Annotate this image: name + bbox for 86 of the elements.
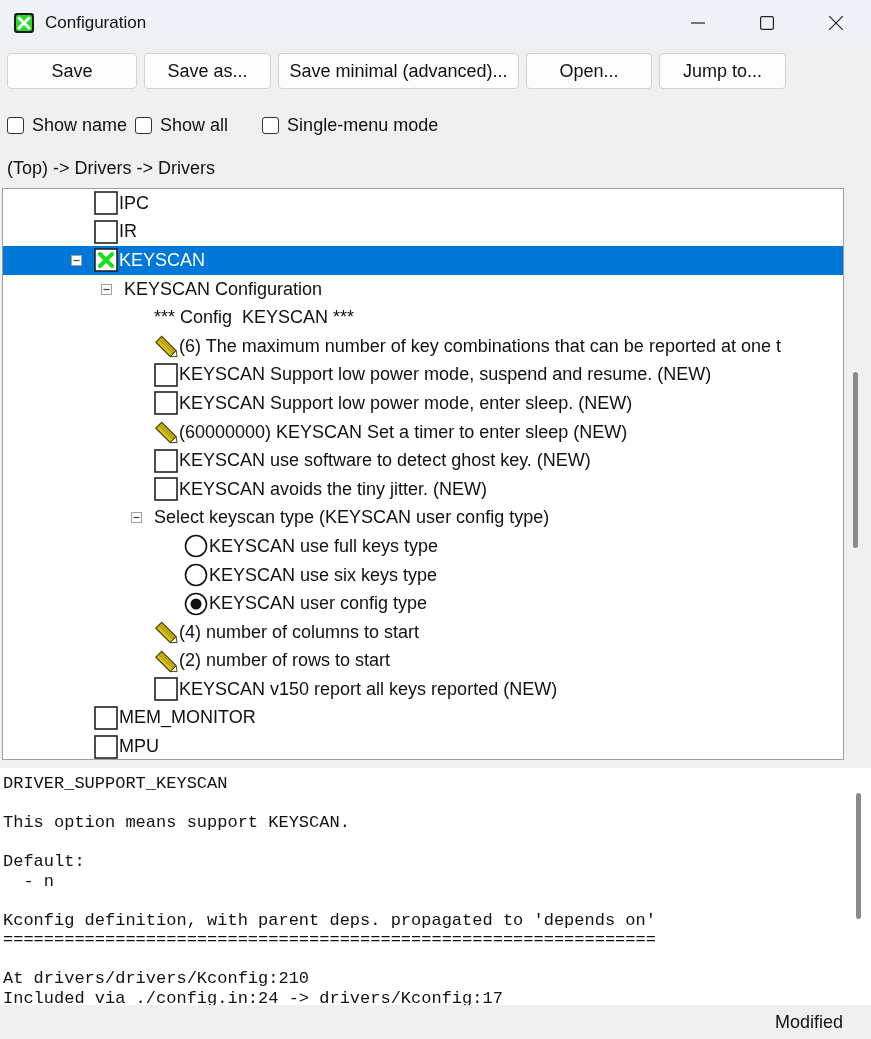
tree-label: MPU	[119, 736, 159, 758]
tree-row[interactable]: (4) number of columns to start	[3, 617, 843, 647]
info-line: DRIVER_SUPPORT_KEYSCAN	[3, 774, 228, 794]
checkbox-icon[interactable]	[154, 477, 178, 502]
breadcrumb: (Top) -> Drivers -> Drivers	[6, 157, 217, 180]
tree-row[interactable]: IPC	[3, 189, 843, 218]
checkbox-icon[interactable]	[154, 677, 178, 702]
checkbox[interactable]	[135, 116, 153, 134]
status-text: Modified	[774, 1011, 843, 1033]
checkbox-icon[interactable]	[154, 391, 178, 416]
window-title: Configuration	[45, 13, 147, 33]
checkbox[interactable]	[262, 116, 280, 134]
tree-row[interactable]: (60000000) KEYSCAN Set a timer to enter sleep (NEW)	[3, 417, 843, 447]
tree-label: KEYSCAN user config type	[209, 593, 428, 615]
tree-label: KEYSCAN v150 report all keys reported (NEW)	[179, 678, 558, 700]
toolbar-button[interactable]: Save minimal (advanced)...	[278, 53, 519, 89]
info-line: ================================================================	[3, 930, 656, 950]
radio-button[interactable]	[184, 591, 208, 616]
toolbar-button[interactable]: Open...	[526, 53, 652, 89]
tree-label: KEYSCAN use software to detect ghost key. (NEW)	[179, 450, 591, 472]
tree-label: KEYSCAN	[119, 250, 206, 271]
checked-checkbox-icon[interactable]	[94, 248, 118, 273]
checkbox-icon[interactable]	[94, 191, 118, 216]
collapse-icon[interactable]	[71, 255, 82, 266]
checkbox-icon[interactable]	[94, 734, 118, 759]
scrollbar-thumb[interactable]	[856, 793, 861, 919]
tree-label: IPC	[119, 192, 149, 214]
checkbox[interactable]	[7, 116, 24, 134]
tree-label: KEYSCAN avoids the tiny jitter. (NEW)	[179, 478, 488, 500]
tree-label: MEM_MONITOR	[119, 707, 256, 729]
info-line: Kconfig definition, with parent deps. propagated to 'depends on'	[3, 910, 656, 930]
tree-row[interactable]: (6) The maximum number of key combinations that can be reported at one t	[3, 331, 843, 361]
tree-row[interactable]: KEYSCAN Configuration	[3, 274, 843, 304]
tree-row[interactable]: MEM_MONITOR	[3, 703, 843, 733]
collapse-icon[interactable]	[101, 283, 112, 295]
tree-label: (2) number of rows to start	[179, 650, 391, 672]
info-line: At drivers/drivers/Kconfig:210	[3, 969, 310, 989]
maximize-icon[interactable]	[760, 16, 774, 30]
tree-row[interactable]: KEYSCAN Support low power mode, suspend and resume. (NEW)	[3, 360, 843, 390]
tree-row[interactable]: KEYSCAN	[3, 246, 843, 275]
pencil-icon[interactable]	[154, 420, 179, 445]
checkbox-icon[interactable]	[94, 706, 118, 730]
tree-label: (6) The maximum number of key combinations that can be reported at one t	[179, 335, 781, 357]
info-line: - n	[22, 871, 54, 891]
collapse-icon[interactable]	[131, 512, 142, 524]
tree-label: Select keyscan type (KEYSCAN user config type)	[154, 507, 550, 529]
tree-row[interactable]: KEYSCAN use software to detect ghost key. (NEW)	[3, 446, 843, 475]
checkbox-label: Show name	[32, 114, 128, 136]
tree-row[interactable]: (2) number of rows to start	[3, 646, 843, 676]
tree-row[interactable]: *** Config KEYSCAN ***	[3, 303, 843, 332]
tree-row[interactable]: IR	[3, 217, 843, 247]
radio-button[interactable]	[184, 563, 208, 587]
tree-row[interactable]: Select keyscan type (KEYSCAN user config type)	[3, 503, 843, 533]
toolbar-button[interactable]: Save	[7, 53, 137, 89]
tree-row[interactable]: KEYSCAN use full keys type	[3, 532, 843, 561]
tree-row[interactable]: KEYSCAN Support low power mode, enter sleep. (NEW)	[3, 389, 843, 418]
close-icon[interactable]	[829, 16, 843, 30]
comment-text: *** Config KEYSCAN ***	[154, 307, 355, 329]
toolbar-button[interactable]: Save as...	[144, 53, 271, 89]
info-line: This option means support KEYSCAN.	[3, 813, 350, 833]
info-line: Default:	[3, 852, 85, 872]
checkbox-icon[interactable]	[154, 362, 178, 387]
tree-label: IR	[119, 221, 137, 243]
tree-row[interactable]: KEYSCAN use six keys type	[3, 560, 843, 590]
checkbox-label: Show all	[160, 114, 229, 136]
tree-label: KEYSCAN Support low power mode, suspend and resume. (NEW)	[179, 364, 712, 386]
tree-label: (60000000) KEYSCAN Set a timer to enter sleep (NEW)	[179, 421, 628, 443]
tree-label: (4) number of columns to start	[179, 621, 420, 643]
app-icon	[13, 12, 35, 34]
toolbar-button[interactable]: Jump to...	[659, 53, 786, 89]
tree-label: KEYSCAN use full keys type	[209, 535, 439, 557]
scrollbar-thumb[interactable]	[853, 372, 858, 548]
tree-row[interactable]: KEYSCAN avoids the tiny jitter. (NEW)	[3, 474, 843, 504]
checkbox-label: Single-menu mode	[287, 114, 439, 136]
tree-row[interactable]: KEYSCAN v150 report all keys reported (NEW)	[3, 675, 843, 704]
tree-row[interactable]: MPU	[3, 732, 843, 759]
pencil-icon[interactable]	[154, 648, 179, 673]
checkbox-icon[interactable]	[154, 448, 178, 473]
tree-label: KEYSCAN use six keys type	[209, 564, 438, 586]
tree-label: KEYSCAN Support low power mode, enter sleep. (NEW)	[179, 392, 633, 414]
pencil-icon[interactable]	[154, 620, 179, 645]
radio-button[interactable]	[184, 534, 208, 559]
pencil-icon[interactable]	[154, 334, 179, 359]
tree-label: KEYSCAN Configuration	[124, 278, 323, 300]
tree-row[interactable]: KEYSCAN user config type	[3, 589, 843, 618]
checkbox-icon[interactable]	[94, 219, 118, 244]
